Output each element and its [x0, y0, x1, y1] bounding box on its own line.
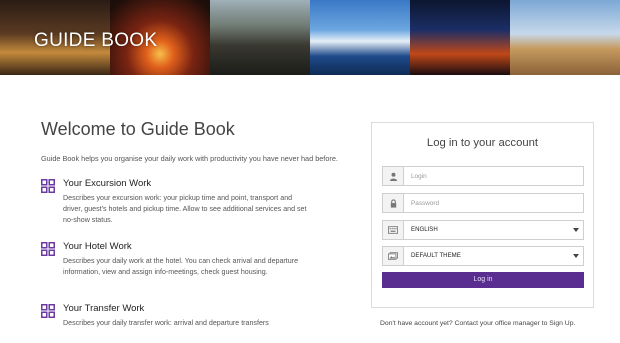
feature-title: Your Hotel Work	[63, 241, 132, 252]
login-title: Log in to your account	[426, 137, 539, 149]
feature-title: Your Excursion Work	[63, 178, 152, 189]
chevron-down-icon	[573, 254, 579, 258]
banner-photo-street	[210, 0, 310, 75]
intro-text: Guide Book helps you organise your daily…	[41, 154, 338, 163]
language-select[interactable]: ENGLISH	[382, 220, 584, 240]
feature-description: Describes your daily work at the hotel. …	[63, 257, 299, 277]
language-value: ENGLISH	[411, 226, 438, 233]
theme-value: DEFAULT THEME	[411, 252, 461, 259]
feature-description: Describes your daily transfer work: arri…	[63, 319, 269, 327]
header-banner: GUIDE BOOK	[0, 0, 620, 75]
grid-icon	[41, 179, 55, 193]
banner-photo-desert	[510, 0, 620, 75]
password-input[interactable]	[405, 194, 583, 212]
password-field[interactable]	[382, 193, 584, 213]
banner-photo-lake	[310, 0, 410, 75]
page-title: Welcome to Guide Book	[41, 119, 235, 139]
feature-description: Describes your excursion work: your pick…	[63, 194, 307, 225]
lock-icon	[383, 194, 404, 212]
grid-icon	[41, 304, 55, 318]
signup-text: Don't have account yet? Contact your off…	[380, 320, 576, 327]
user-icon	[383, 167, 404, 185]
login-panel: Log in to your account ENGLISH DEFAULT T…	[371, 122, 594, 308]
theme-select[interactable]: DEFAULT THEME	[382, 246, 584, 266]
login-input[interactable]	[405, 167, 583, 185]
banner-photo-tower	[410, 0, 510, 75]
brand-title: GUIDE BOOK	[34, 30, 158, 51]
picture-icon	[383, 247, 404, 265]
chevron-down-icon	[573, 228, 579, 232]
keyboard-icon	[383, 221, 404, 239]
feature-title: Your Transfer Work	[63, 303, 145, 314]
login-button[interactable]: Log in	[382, 272, 584, 288]
login-field[interactable]	[382, 166, 584, 186]
grid-icon	[41, 242, 55, 256]
